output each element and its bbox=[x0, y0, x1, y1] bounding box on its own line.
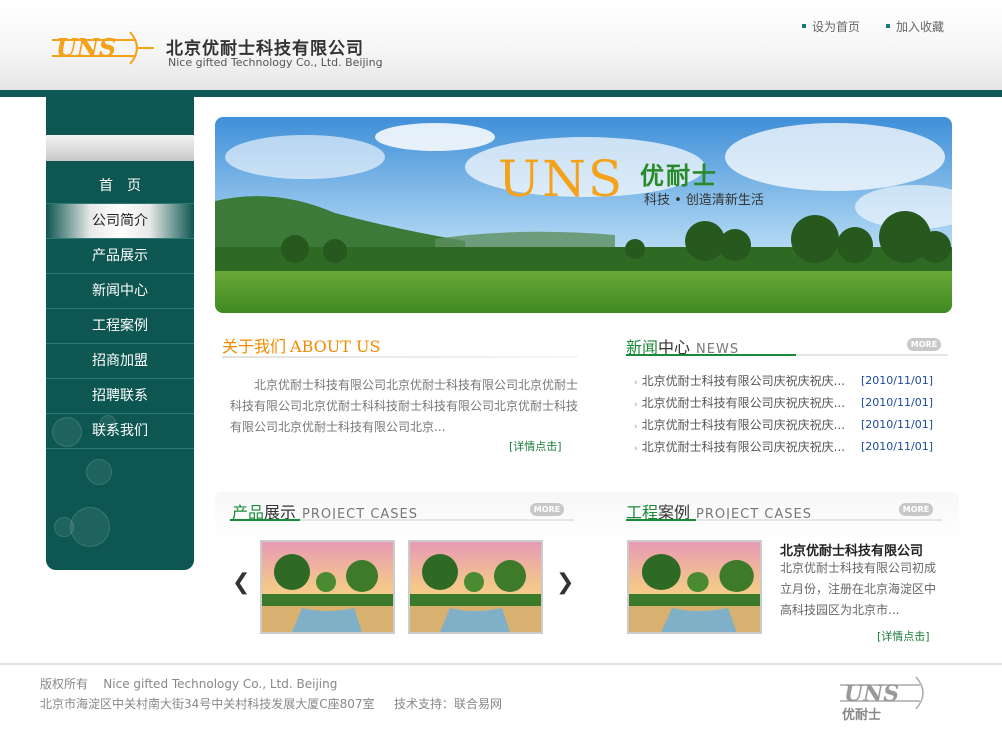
banner-image bbox=[215, 117, 952, 313]
news-item[interactable]: › 北京优耐士科技有限公司庆祝庆祝庆... [2010/11/01] bbox=[634, 414, 944, 436]
sidebar-divider bbox=[46, 135, 194, 161]
case-thumbnail[interactable] bbox=[627, 540, 762, 634]
about-text: 北京优耐士科技有限公司北京优耐士科技有限公司北京优耐士科技有限公司北京优耐士科科… bbox=[230, 378, 579, 434]
news-item-title: 北京优耐士科技有限公司庆祝庆祝庆... bbox=[641, 418, 846, 432]
nav-item-company[interactable]: 公司简介 bbox=[46, 204, 194, 239]
arrow-icon: › bbox=[634, 444, 638, 454]
add-favorite-link[interactable]: 加入收藏 bbox=[886, 18, 944, 35]
set-homepage-label: 设为首页 bbox=[812, 20, 861, 34]
bullet-icon bbox=[886, 23, 890, 28]
next-arrow-icon[interactable]: ❯ bbox=[556, 570, 574, 595]
decor-bubble bbox=[54, 517, 74, 537]
news-divider bbox=[626, 354, 948, 356]
banner-logo: UNS bbox=[498, 150, 625, 208]
footer-support: 技术支持：联合易网 bbox=[394, 697, 503, 711]
cases-more-button[interactable]: MORE bbox=[899, 503, 933, 516]
footer-divider bbox=[0, 663, 1002, 665]
logo-text: UNS bbox=[56, 33, 116, 62]
about-divider bbox=[222, 356, 578, 358]
news-list: › 北京优耐士科技有限公司庆祝庆祝庆... [2010/11/01] › 北京优耐士科… bbox=[634, 370, 944, 458]
news-item-date: [2010/11/01] bbox=[861, 374, 933, 387]
products-divider bbox=[230, 519, 574, 521]
decor-bubble bbox=[70, 507, 110, 547]
arrow-icon: › bbox=[634, 400, 638, 410]
banner-slogan: 科技 • 创造清新生活 bbox=[644, 193, 764, 208]
footer-logo: UNS 优耐士 bbox=[840, 676, 924, 723]
case-image bbox=[629, 542, 760, 632]
about-title: 关于我们 ABOUT US bbox=[222, 333, 380, 357]
product-thumbnail[interactable] bbox=[260, 540, 395, 634]
about-detail-link[interactable]: [详情点击] bbox=[509, 438, 562, 454]
sidebar-nav: 首 页 公司简介 产品展示 新闻中心 工程案例 招商加盟 招聘联系 联系我们 bbox=[46, 169, 194, 449]
company-name-en: Nice gifted Technology Co., Ltd. Beijing bbox=[168, 56, 383, 69]
footer-copyright: 版权所有 Nice gifted Technology Co., Ltd. Be… bbox=[40, 675, 337, 692]
about-title-en: ABOUT US bbox=[290, 337, 381, 356]
bullet-icon bbox=[802, 23, 806, 28]
nav-item-recruit[interactable]: 招聘联系 bbox=[46, 379, 194, 414]
product-image bbox=[410, 542, 541, 632]
products-more-button[interactable]: MORE bbox=[530, 503, 564, 516]
news-more-button[interactable]: MORE bbox=[907, 338, 941, 351]
banner-brand: 优耐士 bbox=[640, 162, 718, 190]
nav-item-franchise[interactable]: 招商加盟 bbox=[46, 344, 194, 379]
news-item-title: 北京优耐士科技有限公司庆祝庆祝庆... bbox=[641, 440, 846, 454]
nav-item-home[interactable]: 首 页 bbox=[46, 169, 194, 204]
news-item-title: 北京优耐士科技有限公司庆祝庆祝庆... bbox=[641, 396, 846, 410]
nav-item-products[interactable]: 产品展示 bbox=[46, 239, 194, 274]
product-image bbox=[262, 542, 393, 632]
sidebar-top bbox=[46, 97, 194, 135]
news-item[interactable]: › 北京优耐士科技有限公司庆祝庆祝庆... [2010/11/01] bbox=[634, 436, 944, 458]
prev-arrow-icon[interactable]: ❮ bbox=[232, 570, 250, 595]
nav-item-cases[interactable]: 工程案例 bbox=[46, 309, 194, 344]
footer-logo-text: UNS bbox=[844, 681, 899, 707]
nav-item-news[interactable]: 新闻中心 bbox=[46, 274, 194, 309]
case-description: 北京优耐士科技有限公司初成立月份，注册在北京海淀区中高科技园区为北京市... bbox=[780, 561, 937, 617]
case-company-title[interactable]: 北京优耐士科技有限公司 bbox=[780, 540, 923, 559]
news-item-date: [2010/11/01] bbox=[861, 440, 933, 453]
news-item-date: [2010/11/01] bbox=[861, 418, 933, 431]
cases-divider bbox=[626, 519, 942, 521]
decor-bubble bbox=[86, 459, 112, 485]
copyright-company: Nice gifted Technology Co., Ltd. Beijing bbox=[103, 677, 338, 691]
news-item-title: 北京优耐士科技有限公司庆祝庆祝庆... bbox=[641, 374, 846, 388]
product-thumbnail[interactable] bbox=[408, 540, 543, 634]
header-band bbox=[0, 90, 1002, 97]
arrow-icon: › bbox=[634, 422, 638, 432]
company-logo[interactable]: UNS bbox=[48, 26, 156, 70]
arrow-icon: › bbox=[634, 378, 638, 388]
sidebar: 首 页 公司简介 产品展示 新闻中心 工程案例 招商加盟 招聘联系 联系我们 bbox=[46, 97, 194, 570]
add-favorite-label: 加入收藏 bbox=[896, 20, 945, 34]
about-title-cn: 关于我们 bbox=[222, 337, 287, 356]
case-detail-link[interactable]: [详情点击] bbox=[877, 628, 930, 644]
decor-bubble bbox=[52, 417, 82, 447]
news-item[interactable]: › 北京优耐士科技有限公司庆祝庆祝庆... [2010/11/01] bbox=[634, 392, 944, 414]
copyright-label: 版权所有 bbox=[40, 677, 89, 691]
news-item-date: [2010/11/01] bbox=[861, 396, 933, 409]
decor-bubble bbox=[100, 415, 116, 431]
footer-logo-cn: 优耐士 bbox=[842, 707, 881, 723]
set-homepage-link[interactable]: 设为首页 bbox=[802, 18, 860, 35]
footer-address: 北京市海淀区中关村南大街34号中关村科技发展大厦C座807室 bbox=[40, 697, 375, 711]
news-item[interactable]: › 北京优耐士科技有限公司庆祝庆祝庆... [2010/11/01] bbox=[634, 370, 944, 392]
